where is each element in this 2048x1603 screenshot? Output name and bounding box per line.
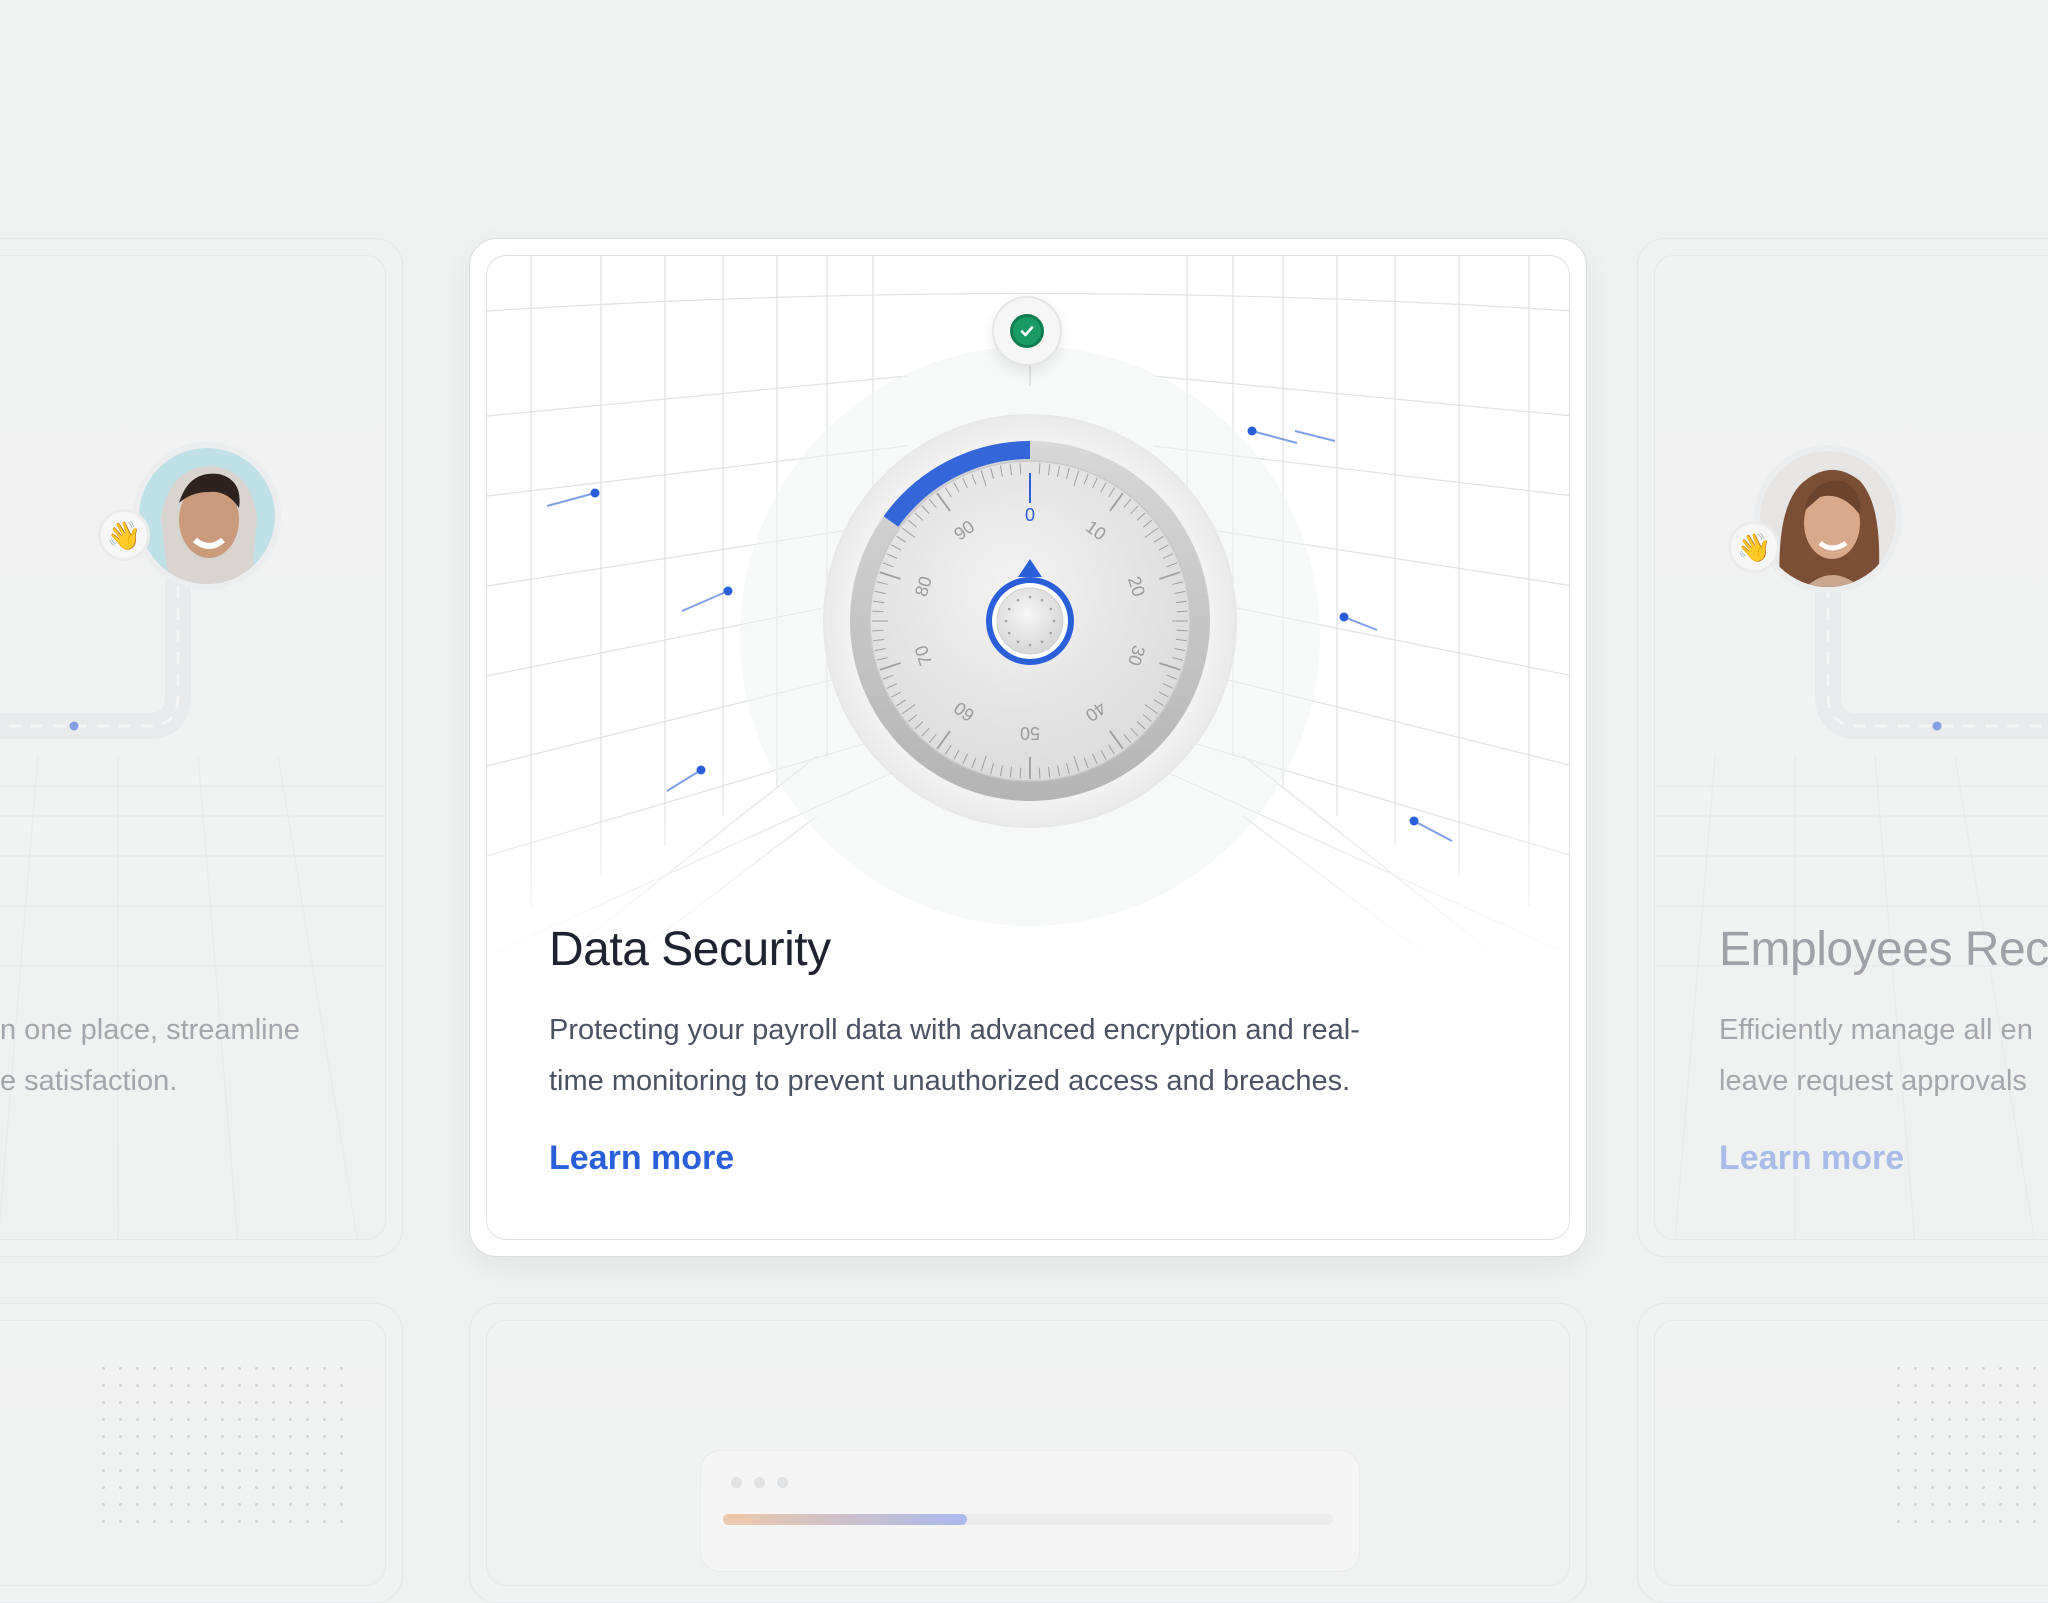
right-card-description: Efficiently manage all en leave request … [1719,1014,2033,1097]
knob-dot [1040,640,1044,644]
card-description: Protecting your payroll data with advanc… [549,1014,1360,1097]
knob-dot [1016,598,1020,602]
right-employee-avatar [1754,445,1902,593]
check-circle-icon [1010,314,1044,348]
right-wave-reaction: 👋 [1728,521,1780,573]
wave-hand-icon: 👋 [1736,531,1772,563]
wave-hand-icon: 👋 [106,519,142,551]
dot-grid-decoration [1890,1360,2048,1533]
knob-dot [1049,631,1053,635]
dial-tick [1038,767,1041,779]
right-card-title: Employees Rec [1719,923,2048,976]
dial-tick [872,629,884,632]
dial-tick [1038,463,1041,475]
knob-dot [1040,598,1044,602]
avatar-illustration [139,448,275,584]
right-learn-more-link[interactable]: Learn more [1719,1139,1904,1178]
progress-fill [723,1514,967,1525]
dial-number: 50 [1020,723,1040,743]
left-employee-avatar [133,442,281,590]
progress-track [723,1514,1333,1525]
security-verified-badge [992,296,1062,366]
window-dot-icon [777,1477,788,1488]
knob-dot [1049,607,1053,611]
dial-tick [1019,463,1022,475]
combination-lock-dial: 102030405060708090 0 [823,414,1237,828]
mini-window-preview [700,1450,1360,1572]
knob-dot [1016,640,1020,644]
dial-tick [872,610,884,613]
knob-dot [1052,619,1056,623]
dial-tick [1019,767,1022,779]
avatar-illustration [1760,451,1896,587]
knob-dot [1028,595,1032,599]
left-wave-reaction: 👋 [98,509,150,561]
knob-dot [1007,607,1011,611]
dial-tick [1176,629,1188,632]
knob-dot [1004,619,1008,623]
left-card-description: n one place, streamline e satisfaction. [0,1014,300,1097]
knob-dot [1028,643,1032,647]
knob-dot [1007,631,1011,635]
learn-more-link[interactable]: Learn more [549,1139,734,1178]
dial-tick [1176,610,1188,613]
dot-grid-decoration [95,1360,345,1533]
card-title: Data Security [549,923,831,976]
dial-zero-label: 0 [1025,505,1035,525]
window-dot-icon [754,1477,765,1488]
window-dot-icon [731,1477,742,1488]
